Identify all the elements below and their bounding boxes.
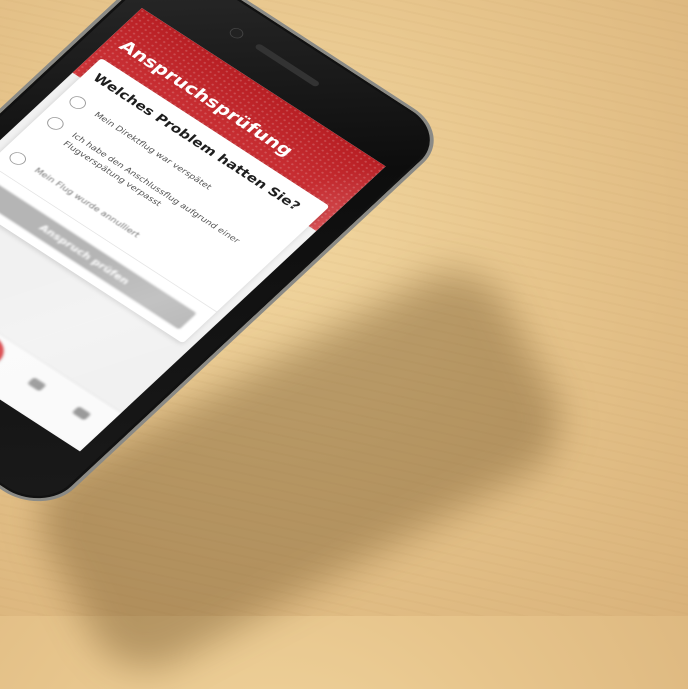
radio-button-icon[interactable] <box>6 149 30 168</box>
earpiece-speaker <box>254 42 321 88</box>
divider <box>0 163 217 313</box>
center-action-button[interactable] <box>0 325 13 374</box>
tab-icon-4[interactable] <box>27 376 47 392</box>
radio-button-icon[interactable] <box>43 114 67 133</box>
tab-icon-5[interactable] <box>71 406 92 421</box>
radio-button-icon[interactable] <box>66 93 90 112</box>
front-camera <box>227 25 247 41</box>
